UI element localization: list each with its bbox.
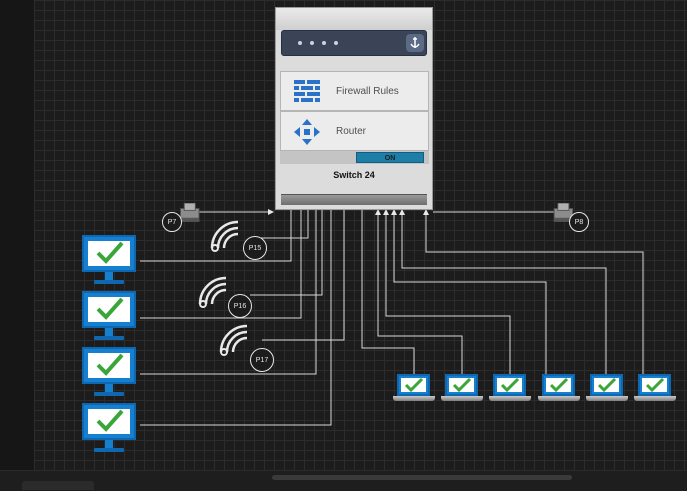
storage-unit[interactable] (281, 30, 427, 56)
wire-laptop-6 (423, 209, 644, 376)
wire-wifi-3 (262, 199, 347, 341)
port-label-p17: P17 (250, 348, 274, 372)
check-icon (500, 377, 520, 393)
router-module[interactable]: Router (280, 111, 429, 151)
port-label-p7: P7 (162, 212, 182, 232)
monitor-device[interactable] (82, 403, 140, 458)
status-led (298, 41, 302, 45)
firewall-module[interactable]: Firewall Rules (280, 71, 429, 111)
firewall-icon (294, 80, 320, 102)
wire-laptop-4 (391, 209, 547, 376)
status-led (334, 41, 338, 45)
check-icon (96, 241, 124, 264)
laptop-device[interactable] (393, 374, 435, 404)
anchor-icon[interactable] (406, 34, 424, 52)
check-icon (404, 377, 424, 393)
check-icon (96, 409, 124, 432)
port-strip (281, 194, 427, 205)
page-tab[interactable] (22, 481, 94, 490)
laptop-device[interactable] (586, 374, 628, 404)
status-row: ON (280, 151, 429, 164)
firewall-label: Firewall Rules (336, 86, 399, 97)
router-label: Router (336, 126, 367, 137)
check-icon (549, 377, 569, 393)
rack-header (276, 8, 432, 30)
switch-title: Switch 24 (333, 170, 375, 180)
wifi-icon[interactable] (215, 322, 255, 358)
laptop-device[interactable] (441, 374, 483, 404)
port-label-p16: P16 (228, 294, 252, 318)
port-label-p8: P8 (569, 212, 589, 232)
wire-laptop-5 (399, 209, 607, 376)
network-rack[interactable]: Firewall Rules Router ON Switch 24 (275, 7, 433, 210)
monitor-device[interactable] (82, 291, 140, 346)
status-badge[interactable]: ON (356, 152, 424, 163)
status-led (322, 41, 326, 45)
check-icon (96, 353, 124, 376)
wire-laptop-1 (359, 197, 415, 376)
wire-laptop-3 (383, 209, 511, 376)
status-bar (0, 470, 687, 491)
status-led (310, 41, 314, 45)
router-icon (294, 119, 320, 145)
check-icon (645, 377, 665, 393)
wifi-icon[interactable] (206, 218, 246, 254)
check-icon (452, 377, 472, 393)
laptop-device[interactable] (538, 374, 580, 404)
laptop-device[interactable] (489, 374, 531, 404)
port-label-p15: P15 (243, 236, 267, 260)
monitor-device[interactable] (82, 235, 140, 290)
wire-laptop-2 (375, 209, 463, 376)
monitor-device[interactable] (82, 347, 140, 402)
horizontal-scrollbar[interactable] (272, 475, 572, 480)
laptop-device[interactable] (634, 374, 676, 404)
check-icon (96, 297, 124, 320)
check-icon (597, 377, 617, 393)
